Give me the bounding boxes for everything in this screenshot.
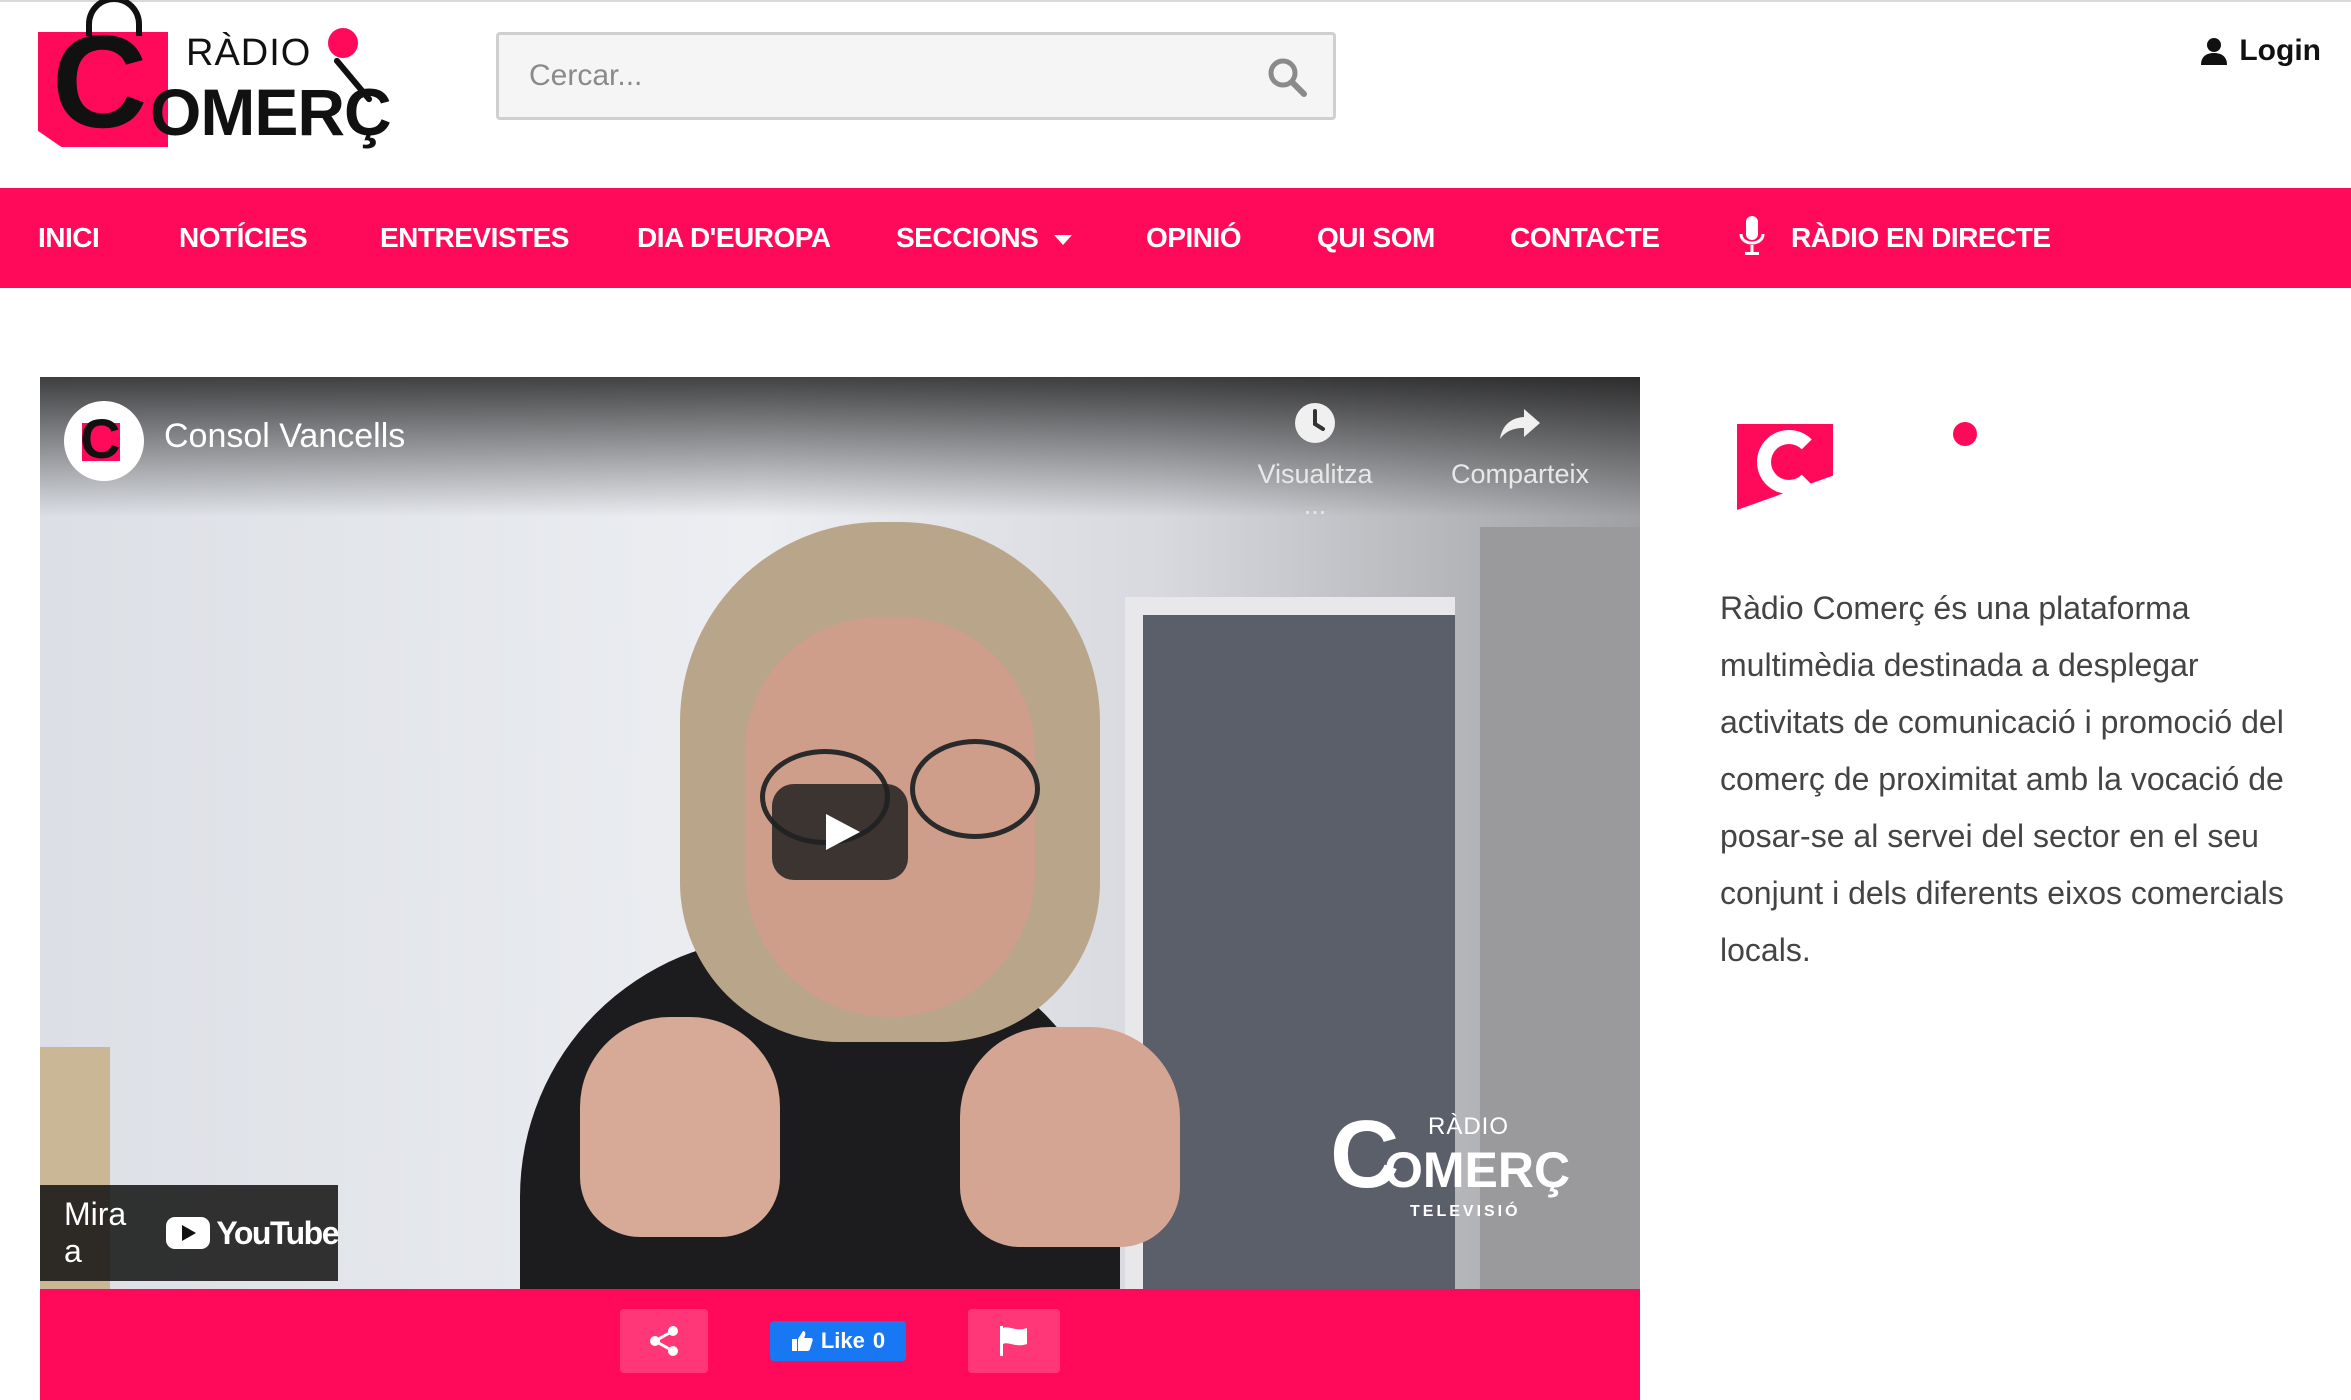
watch-later-label: Visualitza ... — [1257, 459, 1373, 520]
site-logo[interactable]: C RÀDIO OMERÇ — [38, 0, 418, 155]
nav-item-opinio[interactable]: OPINIÓ — [1146, 188, 1242, 288]
nav-item-entrevistes[interactable]: ENTREVISTES — [380, 188, 569, 288]
report-button[interactable] — [968, 1309, 1060, 1373]
watermark-radio-text: RÀDIO — [1428, 1113, 1510, 1140]
play-button[interactable] — [772, 784, 908, 880]
youtube-wordmark: YouTube — [216, 1214, 339, 1251]
sidebar-description: Ràdio Comerç és una plataforma multimèdi… — [1720, 590, 2284, 968]
nav-item-radio-en-directe[interactable]: RÀDIO EN DIRECTE — [1791, 188, 2051, 288]
share-icon — [650, 1326, 678, 1356]
login-link[interactable]: Login — [2199, 34, 2321, 68]
youtube-play-icon — [166, 1217, 211, 1249]
chevron-down-icon — [1054, 234, 1073, 245]
logo-microphone-icon — [328, 28, 358, 58]
main-navigation: INICI NOTÍCIES ENTREVISTES DIA D'EUROPA … — [0, 188, 2351, 288]
watch-later-button[interactable]: Visualitza ... — [1250, 401, 1380, 521]
sidebar-logo-c-shape — [1757, 430, 1821, 494]
nav-item-inici[interactable]: INICI — [38, 188, 100, 288]
video-thumbnail-glasses-right — [910, 739, 1040, 839]
youtube-video-player[interactable]: C Consol Vancells Visualitza ... Compart… — [40, 377, 1640, 1289]
facebook-like-button[interactable]: Like 0 — [770, 1321, 906, 1361]
thumbs-up-icon — [791, 1331, 813, 1351]
share-button[interactable] — [620, 1309, 708, 1373]
search-box — [496, 32, 1336, 120]
like-count: 0 — [872, 1328, 886, 1353]
logo-c-letter: C — [52, 8, 147, 155]
nav-item-seccions-label: SECCIONS — [896, 222, 1039, 253]
nav-item-qui-som[interactable]: QUI SOM — [1317, 188, 1435, 288]
nav-item-seccions[interactable]: SECCIONS — [896, 188, 1073, 288]
video-thumbnail-hand-right — [960, 1027, 1180, 1247]
channel-avatar-c-letter: C — [80, 407, 121, 470]
youtube-share-button[interactable]: Comparteix — [1445, 401, 1595, 490]
watch-on-youtube-button[interactable]: Mira a YouTube — [40, 1185, 339, 1281]
nav-item-dia-europa[interactable]: DIA D'EUROPA — [637, 188, 831, 288]
site-header: C RÀDIO OMERÇ Login — [0, 0, 2351, 188]
like-label: Like — [820, 1328, 865, 1353]
watermark-televisio-text: TELEVISIÓ — [1410, 1203, 1521, 1220]
sidebar-logo-microphone-icon — [1953, 422, 1977, 446]
nav-item-contacte[interactable]: CONTACTE — [1510, 188, 1660, 288]
nav-item-noticies[interactable]: NOTÍCIES — [179, 188, 308, 288]
sidebar-logo — [1735, 408, 2035, 518]
microphone-icon — [1739, 216, 1765, 255]
flag-icon — [1000, 1326, 1027, 1356]
youtube-share-label: Comparteix — [1450, 459, 1590, 489]
watch-on-label: Mira a — [64, 1196, 127, 1269]
search-input[interactable] — [499, 35, 1333, 117]
clock-icon — [1295, 403, 1335, 443]
radio-comerc-tv-watermark: C RÀDIO OMERÇ TELEVISIÓ — [1330, 1107, 1590, 1227]
share-arrow-icon — [1500, 409, 1540, 439]
user-icon — [2201, 38, 2228, 65]
channel-avatar[interactable]: C — [64, 401, 144, 481]
logo-radio-text: RÀDIO — [186, 32, 312, 74]
video-action-bar: Like 0 — [40, 1289, 1640, 1400]
video-title[interactable]: Consol Vancells — [164, 417, 405, 456]
watermark-omerc-text: OMERÇ — [1384, 1142, 1571, 1198]
youtube-logo: YouTube — [166, 1214, 339, 1252]
login-label: Login — [2239, 34, 2321, 67]
video-thumbnail-hand-left — [580, 1017, 780, 1237]
search-icon[interactable] — [1265, 55, 1309, 99]
